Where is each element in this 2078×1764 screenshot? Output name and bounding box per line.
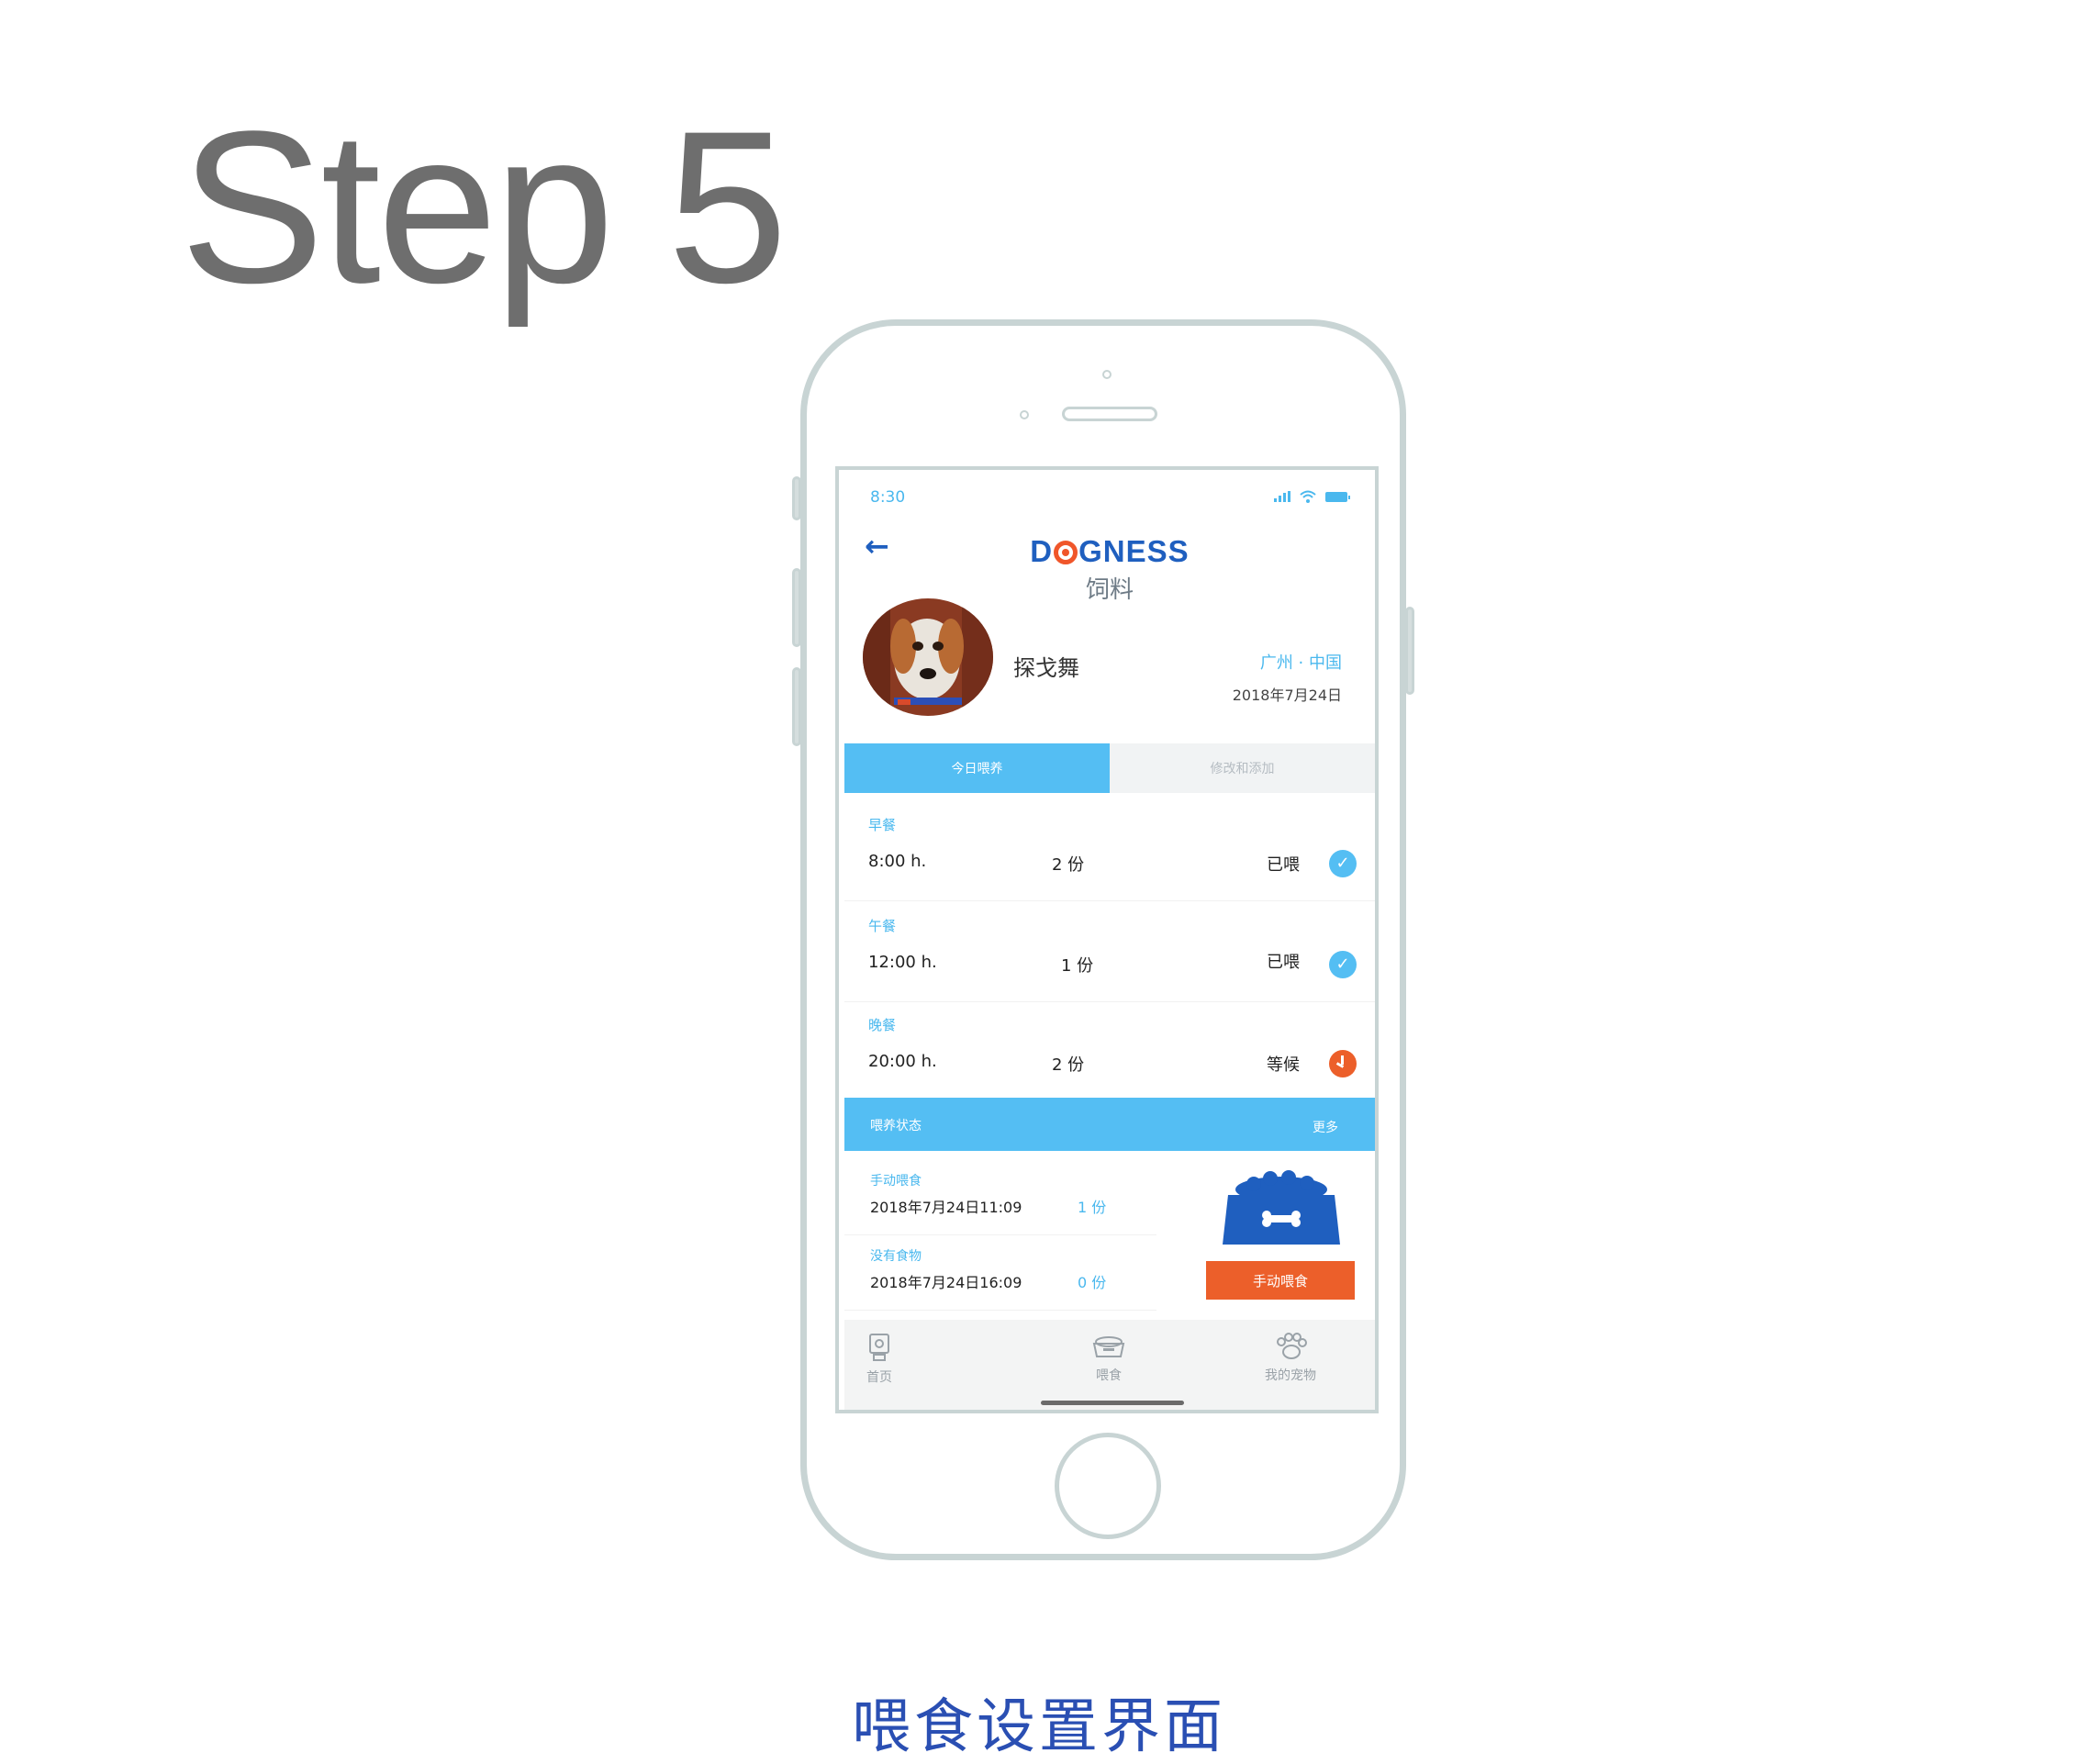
phone-frame: 8:30 ← D GNESS 饲料 探戈舞 广州 · 中国 2018年7月24日… — [792, 319, 1414, 1560]
logo-text-start: D — [1030, 534, 1054, 568]
sensor — [1020, 410, 1029, 419]
feeding-log-item: 没有食物 2018年7月24日16:09 0 份 — [844, 1235, 1156, 1311]
meal-time: 8:00 h. — [868, 852, 927, 871]
nav-item-feeding[interactable]: 喂食 — [1090, 1333, 1127, 1384]
paw-icon — [1277, 1333, 1307, 1359]
nav-label: 首页 — [866, 1370, 892, 1385]
meal-row-dinner[interactable]: 晚餐 20:00 h. 2 份 等候 — [844, 1000, 1375, 1101]
meal-row-lunch[interactable]: 午餐 12:00 h. 1 份 已喂 ✓ — [844, 901, 1375, 1002]
meal-portion: 1 份 — [1061, 956, 1094, 976]
meal-status: 等候 — [1267, 1055, 1300, 1075]
feeding-log-item: 手动喂食 2018年7月24日11:09 1 份 — [844, 1160, 1156, 1235]
front-camera — [1102, 370, 1112, 379]
nav-item-home[interactable]: 首页 — [866, 1333, 892, 1386]
log-type: 没有食物 — [870, 1249, 922, 1264]
volume-up-button — [792, 568, 801, 647]
pet-location: 广州 · 中国 — [1259, 653, 1342, 673]
log-portion: 0 份 — [1078, 1274, 1107, 1291]
feeding-status-title: 喂养状态 — [870, 1119, 922, 1133]
meal-time: 12:00 h. — [868, 953, 937, 972]
earpiece-speaker — [1062, 407, 1157, 421]
home-button[interactable] — [1055, 1433, 1161, 1539]
battery-icon — [1325, 491, 1350, 502]
brand-logo: D GNESS — [844, 534, 1375, 569]
nav-item-my-pet[interactable]: 我的宠物 — [1265, 1333, 1316, 1384]
meal-portion: 2 份 — [1052, 855, 1085, 875]
tab-today-feeding[interactable]: 今日喂养 — [844, 743, 1110, 793]
meal-label: 晚餐 — [868, 1017, 897, 1033]
check-circle-icon: ✓ — [1329, 850, 1357, 877]
phone-screen: 8:30 ← D GNESS 饲料 探戈舞 广州 · 中国 2018年7月24日… — [835, 466, 1379, 1413]
food-bowl-icon — [1223, 1170, 1340, 1245]
log-time: 2018年7月24日16:09 — [870, 1274, 1022, 1291]
meal-row-breakfast[interactable]: 早餐 8:00 h. 2 份 已喂 ✓ — [844, 800, 1375, 901]
nav-label: 我的宠物 — [1265, 1368, 1316, 1383]
clock-icon — [1329, 1050, 1357, 1077]
nav-label: 喂食 — [1096, 1368, 1122, 1383]
manual-feed-button[interactable]: 手动喂食 — [1206, 1261, 1355, 1300]
check-circle-icon: ✓ — [1329, 951, 1357, 978]
step-title: Step 5 — [180, 86, 788, 329]
meal-portion: 2 份 — [1052, 1055, 1085, 1075]
caption: 喂食设置界面 — [852, 1693, 1226, 1761]
bottom-nav: 首页 喂食 我的宠物 — [844, 1320, 1375, 1410]
logo-text-end: GNESS — [1078, 534, 1190, 568]
pet-avatar[interactable] — [863, 598, 993, 716]
status-time: 8:30 — [870, 488, 906, 507]
volume-down-button — [792, 667, 801, 746]
profile-date: 2018年7月24日 — [1232, 687, 1342, 704]
more-link[interactable]: 更多 — [1313, 1118, 1338, 1136]
home-indicator — [1041, 1401, 1184, 1405]
mute-switch — [792, 476, 801, 520]
log-time: 2018年7月24日11:09 — [870, 1199, 1022, 1216]
cellular-signal-icon — [1274, 491, 1290, 502]
tab-edit-and-add[interactable]: 修改和添加 — [1110, 743, 1375, 793]
food-bowl-icon — [1092, 1336, 1125, 1357]
meal-time: 20:00 h. — [868, 1052, 937, 1071]
meal-status: 已喂 — [1267, 855, 1300, 875]
logo-o-ring-icon — [1054, 541, 1078, 564]
pet-name: 探戈舞 — [1013, 655, 1079, 681]
power-button — [1405, 607, 1414, 695]
log-type: 手动喂食 — [870, 1174, 922, 1189]
meal-label: 早餐 — [868, 817, 897, 833]
status-bar: 8:30 — [844, 470, 1375, 507]
log-portion: 1 份 — [1078, 1199, 1107, 1216]
camera-icon — [869, 1334, 889, 1361]
meal-label: 午餐 — [868, 918, 897, 934]
feeding-status-header: 喂养状态 更多 — [844, 1098, 1375, 1151]
feeding-tabs: 今日喂养 修改和添加 — [844, 743, 1375, 793]
meal-status: 已喂 — [1267, 953, 1300, 972]
wifi-icon — [1300, 490, 1316, 503]
